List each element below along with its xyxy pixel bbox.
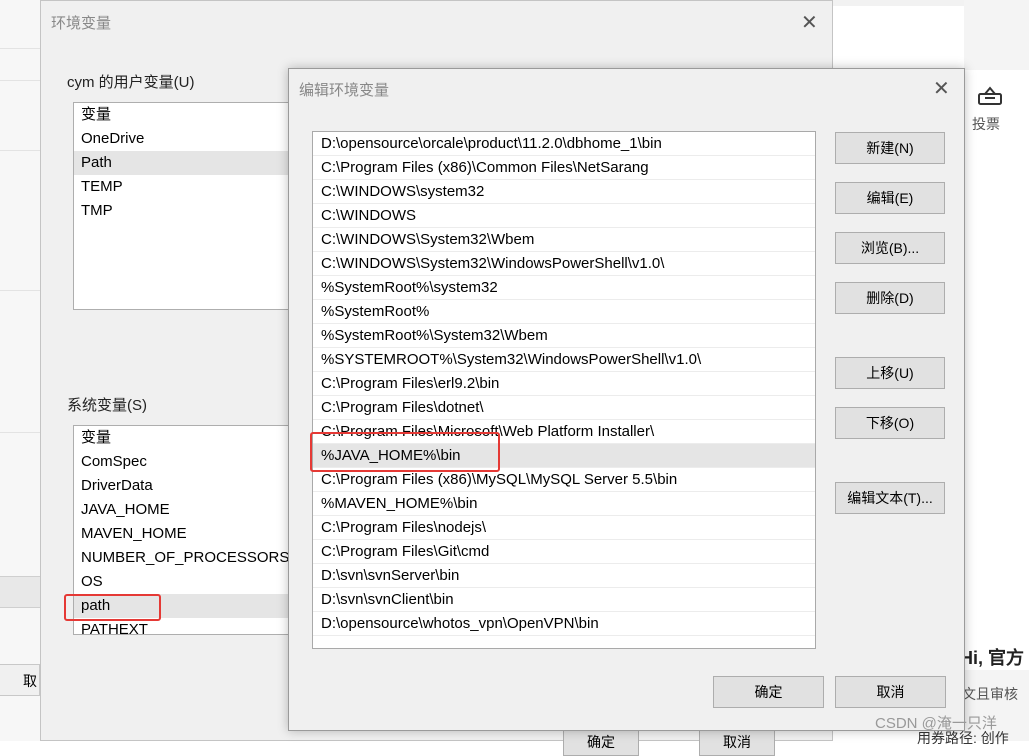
path-entry[interactable]: %SYSTEMROOT%\System32\WindowsPowerShell\… xyxy=(313,348,815,372)
user-vars-list[interactable]: 变量 OneDrive Path TEMP TMP xyxy=(73,102,305,310)
ok-button[interactable]: 确定 xyxy=(563,730,639,756)
browse-button[interactable]: 浏览(B)... xyxy=(835,232,945,264)
divider xyxy=(0,432,40,433)
path-entry[interactable]: %SystemRoot% xyxy=(313,300,815,324)
background-button[interactable] xyxy=(0,576,40,608)
path-entry[interactable]: D:\opensource\whotos_vpn\OpenVPN\bin xyxy=(313,612,815,636)
path-entries-list[interactable]: D:\opensource\orcale\product\11.2.0\dbho… xyxy=(312,131,816,649)
left-page-strip xyxy=(0,0,40,741)
path-entry[interactable]: %SystemRoot%\System32\Wbem xyxy=(313,324,815,348)
move-down-button[interactable]: 下移(O) xyxy=(835,407,945,439)
edit-text-button[interactable]: 编辑文本(T)... xyxy=(835,482,945,514)
list-item[interactable]: Path xyxy=(74,151,304,175)
list-item[interactable]: TMP xyxy=(74,199,304,223)
path-entry[interactable]: C:\Program Files\nodejs\ xyxy=(313,516,815,540)
path-entry[interactable]: C:\WINDOWS\System32\WindowsPowerShell\v1… xyxy=(313,252,815,276)
system-vars-label: 系统变量(S) xyxy=(67,397,147,414)
cancel-button[interactable]: 取消 xyxy=(699,730,775,756)
list-header[interactable]: 变量 xyxy=(74,103,304,127)
delete-button[interactable]: 删除(D) xyxy=(835,282,945,314)
new-button[interactable]: 新建(N) xyxy=(835,132,945,164)
ok-button[interactable]: 确定 xyxy=(713,676,824,708)
close-icon[interactable]: ✕ xyxy=(933,76,950,101)
path-entry[interactable]: D:\svn\svnClient\bin xyxy=(313,588,815,612)
edit-environment-variable-dialog: 编辑环境变量 ✕ D:\opensource\orcale\product\11… xyxy=(288,68,965,731)
path-entry[interactable]: C:\WINDOWS xyxy=(313,204,815,228)
cancel-button[interactable]: 取消 xyxy=(835,676,946,708)
right-sidebar-panel xyxy=(964,70,1029,670)
close-icon[interactable]: ✕ xyxy=(801,10,818,35)
list-item[interactable]: ComSpec xyxy=(74,450,304,474)
path-entry[interactable]: D:\opensource\orcale\product\11.2.0\dbho… xyxy=(313,132,815,156)
greeting-text: Hi, 官方 xyxy=(960,648,1025,668)
path-entry[interactable]: D:\svn\svnServer\bin xyxy=(313,564,815,588)
edit-button[interactable]: 编辑(E) xyxy=(835,182,945,214)
path-entry[interactable]: C:\WINDOWS\System32\Wbem xyxy=(313,228,815,252)
background-cancel-button[interactable]: 取 xyxy=(0,664,40,696)
path-entry[interactable]: %SystemRoot%\system32 xyxy=(313,276,815,300)
dialog-title: 环境变量 xyxy=(51,15,112,32)
path-entry[interactable]: C:\Program Files (x86)\Common Files\NetS… xyxy=(313,156,815,180)
path-entry[interactable]: C:\Program Files\erl9.2\bin xyxy=(313,372,815,396)
list-item[interactable]: OneDrive xyxy=(74,127,304,151)
highlight-box-java-home xyxy=(310,432,500,472)
highlight-box-path xyxy=(64,594,161,621)
list-item[interactable]: TEMP xyxy=(74,175,304,199)
list-header[interactable]: 变量 xyxy=(74,426,304,450)
path-entry[interactable]: C:\Program Files\dotnet\ xyxy=(313,396,815,420)
list-item[interactable]: MAVEN_HOME xyxy=(74,522,304,546)
dialog-title: 编辑环境变量 xyxy=(299,82,390,99)
list-item[interactable]: OS xyxy=(74,570,304,594)
path-entry[interactable]: C:\Program Files\Git\cmd xyxy=(313,540,815,564)
list-item[interactable]: JAVA_HOME xyxy=(74,498,304,522)
user-vars-label: cym 的用户变量(U) xyxy=(67,74,195,91)
vote-label[interactable]: 投票 xyxy=(972,114,1000,134)
path-entry[interactable]: %MAVEN_HOME%\bin xyxy=(313,492,815,516)
path-entry[interactable]: C:\WINDOWS\system32 xyxy=(313,180,815,204)
divider xyxy=(0,48,40,49)
divider xyxy=(0,150,40,151)
csdn-watermark: CSDN @淹一只洋 xyxy=(875,715,997,732)
divider xyxy=(0,80,40,81)
divider xyxy=(0,290,40,291)
vote-icon[interactable] xyxy=(977,84,1003,106)
review-text: 文且审核 xyxy=(962,686,1018,702)
list-item[interactable]: NUMBER_OF_PROCESSORS xyxy=(74,546,304,570)
list-item[interactable]: DriverData xyxy=(74,474,304,498)
move-up-button[interactable]: 上移(U) xyxy=(835,357,945,389)
